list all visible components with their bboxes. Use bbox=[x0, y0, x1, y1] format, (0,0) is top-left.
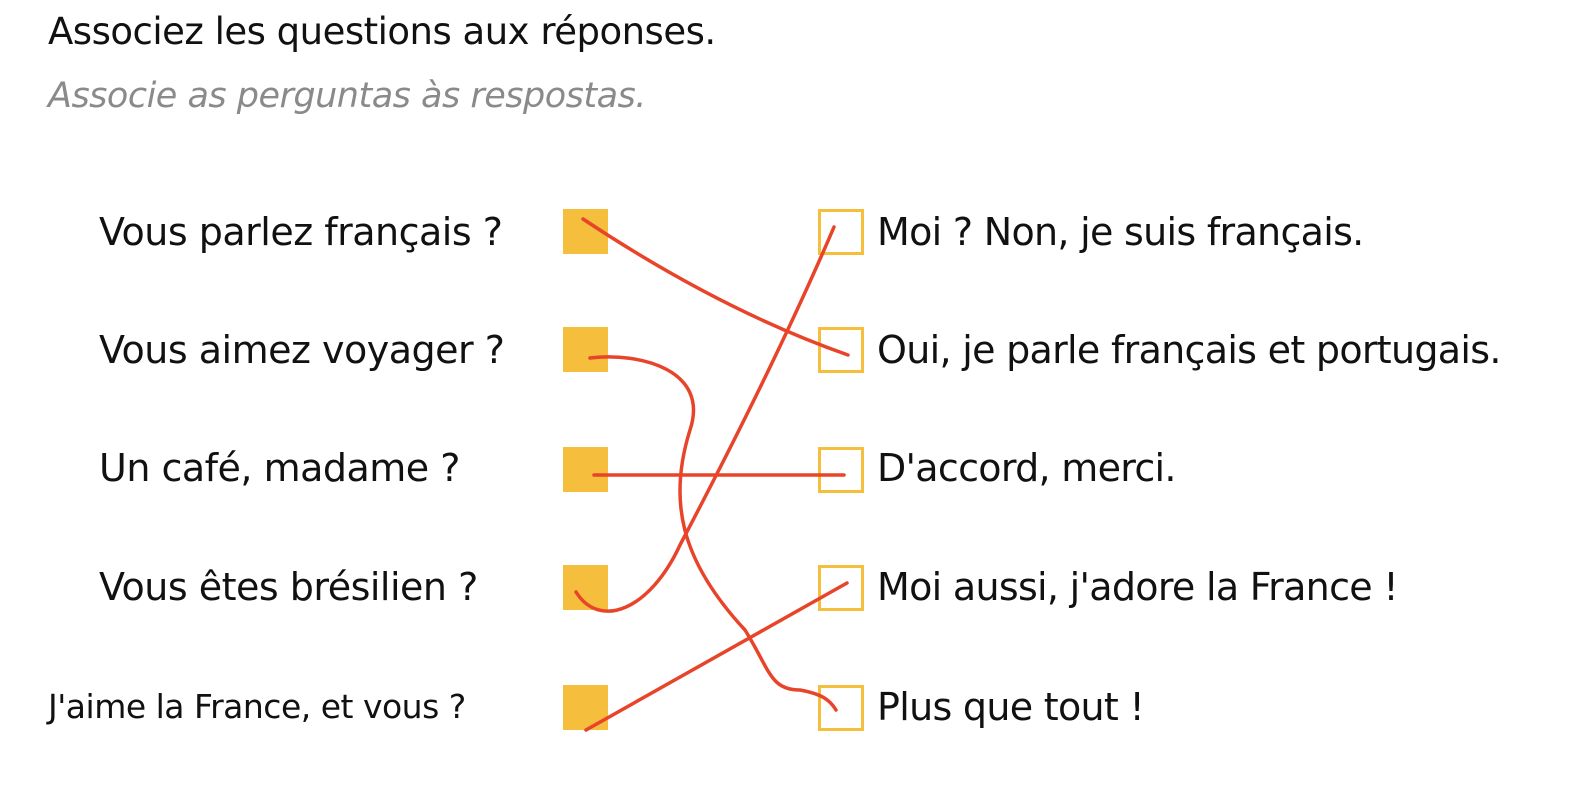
match-line-q5-a4 bbox=[584, 581, 849, 732]
match-line-q4-a1 bbox=[574, 225, 836, 613]
matching-lines bbox=[574, 217, 850, 732]
